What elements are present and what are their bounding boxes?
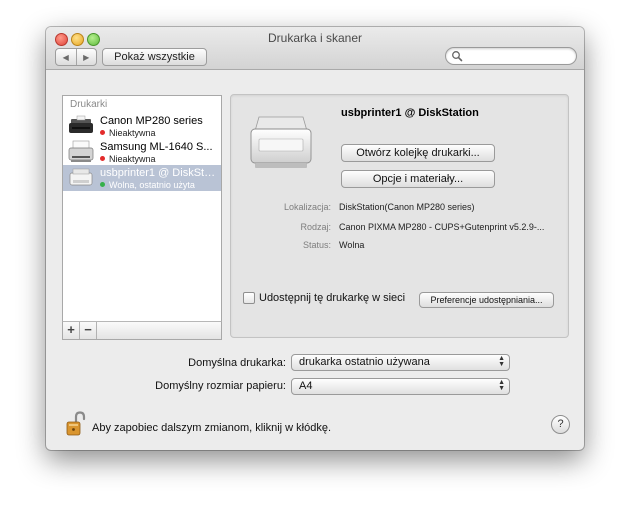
sharing-preferences-button[interactable]: Preferencje udostępniania... [419, 292, 554, 308]
printer-name: Canon MP280 series [100, 115, 203, 127]
default-printer-value: drukarka ostatnio używana [299, 356, 430, 368]
search-field[interactable] [445, 47, 577, 65]
status-dot-icon [100, 156, 105, 162]
location-value: DiskStation(Canon MP280 series) [339, 202, 475, 212]
printer-status: Wolna, ostatnio użyta [100, 180, 195, 190]
printer-list-header: Drukarki [70, 99, 108, 110]
printer-status: Nieaktywna [100, 128, 156, 138]
lock-message: Aby zapobiec dalszym zmianom, kliknij w … [92, 422, 332, 434]
share-printer-option[interactable]: Udostępnij tę drukarkę w sieci [243, 292, 405, 304]
default-paper-value: A4 [299, 380, 313, 392]
show-all-button[interactable]: Pokaż wszystkie [102, 48, 207, 66]
printer-name: usbprinter1 @ DiskStat... [100, 167, 220, 179]
search-icon [452, 51, 463, 62]
printer-list-footer: + − [62, 321, 222, 340]
status-value: Wolna [339, 240, 365, 250]
status-label: Status: [302, 240, 331, 250]
status-dot-icon [100, 130, 105, 136]
kind-label: Rodzaj: [300, 222, 331, 232]
share-printer-checkbox[interactable] [243, 292, 255, 304]
share-printer-label: Udostępnij tę drukarkę w sieci [259, 292, 406, 304]
printer-list: Drukarki Canon MP280 series Nieaktywna S… [62, 95, 222, 340]
popup-arrows-icon: ▲ ▼ [498, 379, 505, 392]
status-dot-icon [100, 182, 105, 188]
remove-printer-button[interactable]: − [80, 322, 97, 339]
title-bar: Drukarka i skaner ◀ ▶ Pokaż wszystkie [46, 27, 584, 70]
printer-icon [69, 168, 93, 186]
default-paper-popup[interactable]: A4 ▲ ▼ [291, 378, 510, 395]
laser-printer-icon [68, 140, 94, 162]
forward-icon[interactable]: ▶ [75, 49, 97, 65]
printer-title: usbprinter1 @ DiskStation [341, 107, 479, 119]
printer-list-item-usbprinter1[interactable]: usbprinter1 @ DiskStat... Wolna, ostatni… [63, 165, 221, 191]
window-title: Drukarka i skaner [267, 31, 363, 45]
inkjet-printer-icon [69, 115, 93, 133]
lock-icon[interactable] [66, 411, 86, 437]
help-button[interactable]: ? [551, 415, 570, 434]
default-printer-popup[interactable]: drukarka ostatnio używana ▲ ▼ [291, 354, 510, 371]
printer-status: Nieaktywna [100, 154, 156, 164]
default-printer-label: Domyślna drukarka: [188, 357, 286, 369]
back-icon[interactable]: ◀ [56, 49, 76, 65]
open-print-queue-button[interactable]: Otwórz kolejkę drukarki... [341, 144, 495, 162]
kind-value: Canon PIXMA MP280 - CUPS+Gutenprint v5.2… [339, 222, 545, 232]
add-printer-button[interactable]: + [63, 322, 80, 339]
search-input[interactable] [466, 49, 570, 62]
printer-detail-panel: usbprinter1 @ DiskStation Otwórz kolejkę… [230, 94, 569, 338]
navigation-segment: ◀ ▶ [55, 48, 97, 66]
location-label: Lokalizacja: [283, 202, 331, 212]
default-paper-label: Domyślny rozmiar papieru: [155, 380, 286, 392]
printer-name: Samsung ML-1640 S... [100, 141, 213, 153]
preferences-window: Drukarka i skaner ◀ ▶ Pokaż wszystkie Dr… [46, 27, 584, 450]
options-supplies-button[interactable]: Opcje i materiały... [341, 170, 495, 188]
popup-arrows-icon: ▲ ▼ [498, 355, 505, 368]
printer-list-item-samsung[interactable]: Samsung ML-1640 S... Nieaktywna [63, 139, 221, 165]
printer-icon [250, 116, 312, 168]
printer-list-item-canon[interactable]: Canon MP280 series Nieaktywna [63, 113, 221, 139]
